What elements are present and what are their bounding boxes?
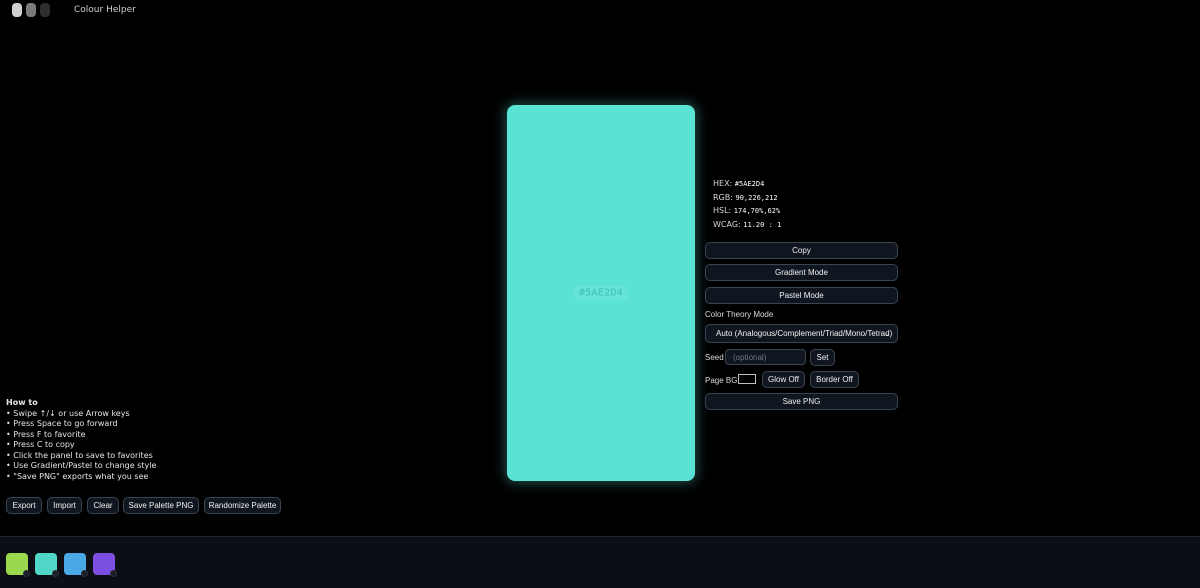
chevron-down-icon: ⌄ [884,329,891,338]
pastel-mode-button[interactable]: Pastel Mode [705,287,898,304]
randomize-palette-button[interactable]: Randomize Palette [204,497,281,514]
panel-hex-label: #5AE2D4 [573,285,629,301]
rgb-value: 90,226,212 [735,193,778,202]
how-to-line: • Press C to copy [6,440,75,449]
title-bar: Colour Helper [0,0,1200,24]
how-to-line: • Press F to favorite [6,429,86,439]
remove-favorite-icon[interactable] [52,570,59,577]
seed-input[interactable]: (optional) [725,349,806,365]
import-button[interactable]: Import [47,497,82,514]
set-seed-button[interactable]: Set [810,349,835,366]
how-to-line: • Swipe ↑/↓ or use Arrow keys [6,408,130,418]
page-bg-color-picker[interactable] [738,374,756,384]
app-title: Colour Helper [74,5,136,15]
how-to-line: • "Save PNG" exports what you see [6,471,149,481]
border-toggle-button[interactable]: Border Off [810,371,859,388]
theory-mode-select[interactable]: Auto (Analogous/Complement/Triad/Mono/Te… [705,324,898,343]
page-bg-label: Page BG [705,376,738,385]
remove-favorite-icon[interactable] [110,570,117,577]
save-palette-png-button[interactable]: Save Palette PNG [123,497,199,514]
favorite-swatch[interactable] [64,553,88,577]
window-control-icon[interactable] [26,3,36,17]
gradient-mode-button[interactable]: Gradient Mode [705,264,898,281]
rgb-label: RGB: [713,192,733,202]
copy-button[interactable]: Copy [705,242,898,259]
how-to-line: • Click the panel to save to favorites [6,450,153,460]
how-to-line: • Press Space to go forward [6,419,118,428]
favorites-bar [0,536,1200,588]
save-png-button[interactable]: Save PNG [705,393,898,410]
how-to-line: • Use Gradient/Pastel to change style [6,461,157,470]
hex-label: HEX: [713,179,733,188]
color-info: HEX: #5AE2D4 RGB: 90,226,212 HSL: 174,70… [713,179,781,233]
export-button[interactable]: Export [6,497,42,514]
wcag-label: WCAG: [713,219,741,229]
favorite-swatch[interactable] [6,553,30,577]
theory-mode-label: Color Theory Mode [705,310,774,319]
favorite-swatch[interactable] [35,553,59,577]
remove-favorite-icon[interactable] [81,570,88,577]
hsl-value: 174,70%,62% [733,207,781,215]
seed-label: Seed [705,353,724,362]
favorite-swatch[interactable] [93,553,117,577]
glow-toggle-button[interactable]: Glow Off [762,371,805,388]
hsl-label: HSL: [713,206,732,215]
clear-button[interactable]: Clear [87,497,119,514]
how-to-section: How to • Swipe ↑/↓ or use Arrow keys • P… [6,398,156,482]
wcag-value: 11.20 : 1 [743,220,782,229]
remove-favorite-icon[interactable] [23,570,30,577]
window-control-icon[interactable] [40,3,50,17]
wcag-info: WCAG: 11.20 : 1 [713,220,781,234]
rgb-info: RGB: 90,226,212 [713,193,781,207]
color-panel[interactable]: #5AE2D4 [507,105,695,481]
how-to-title: How to [6,398,38,407]
window-control-icon[interactable] [12,3,22,17]
theory-mode-value: Auto (Analogous/Complement/Triad/Mono/Te… [716,329,893,338]
hex-value: #5AE2D4 [734,180,765,188]
hex-info: HEX: #5AE2D4 [713,179,781,193]
hsl-info: HSL: 174,70%,62% [713,206,781,220]
